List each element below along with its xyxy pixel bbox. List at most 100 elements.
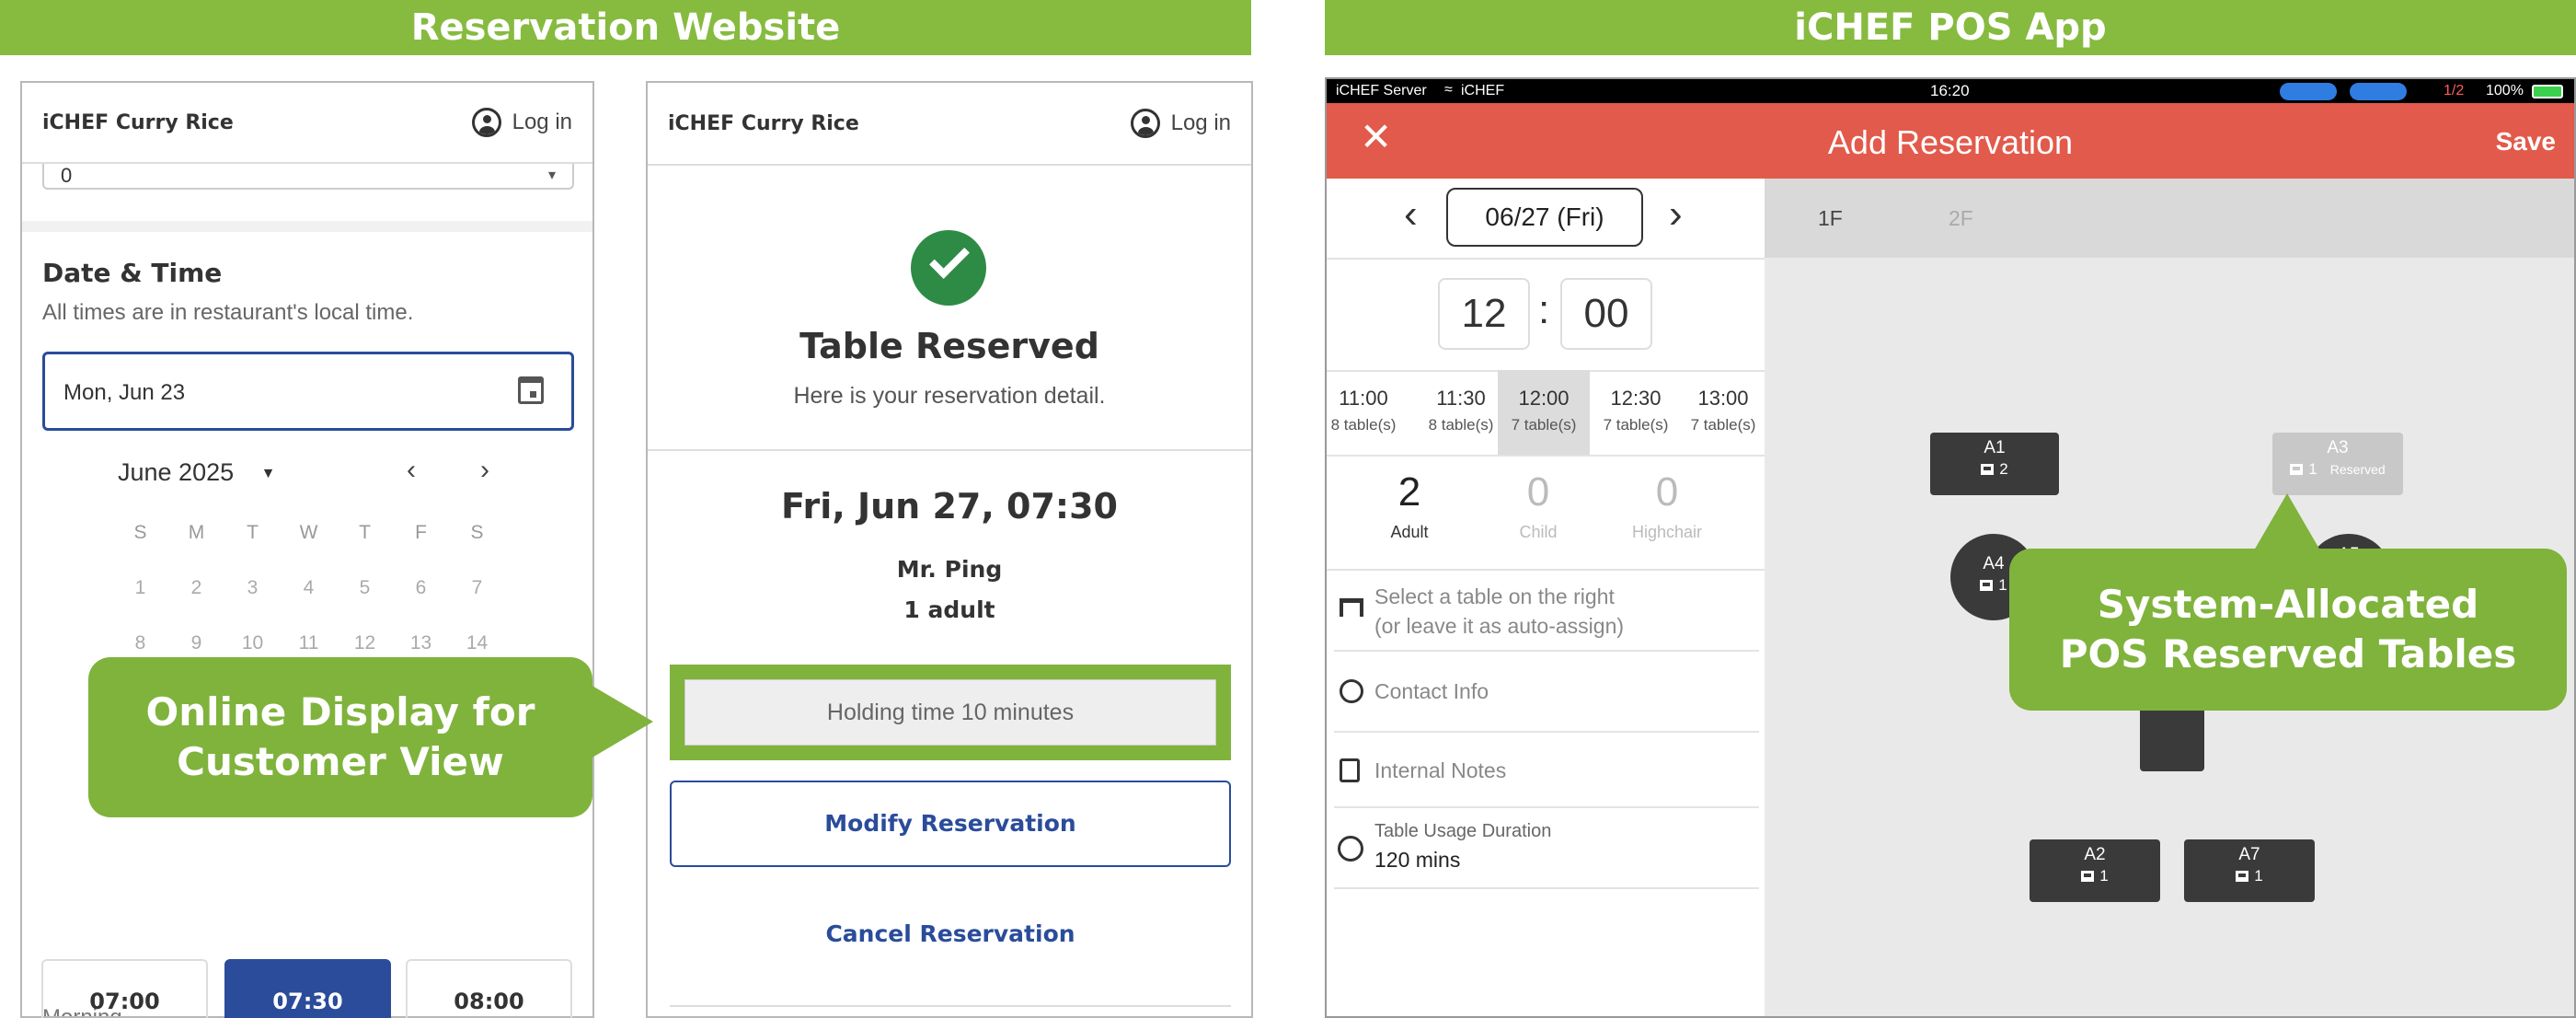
month-label: June 2025	[118, 458, 235, 486]
timeslot-time: 11:00	[1339, 387, 1388, 410]
timeslot-1130[interactable]: 11:30 8 table(s)	[1415, 370, 1507, 455]
table-name: A7	[2238, 845, 2260, 864]
contact-info-field[interactable]: Contact Info	[1374, 679, 1489, 704]
reservation-confirmation-screen: iCHEF Curry Rice Log in Table Reserved H…	[646, 81, 1253, 1018]
usage-value: 120 mins	[1374, 848, 1461, 872]
usage-duration-field[interactable]: Table Usage Duration 120 mins	[1374, 821, 1551, 873]
status-server: iCHEF Server	[1336, 83, 1427, 98]
month-selector[interactable]: June 2025 ▼	[118, 458, 275, 487]
callout-line: Customer View	[177, 739, 504, 784]
login-label: Log in	[1170, 110, 1231, 135]
internal-notes-field[interactable]: Internal Notes	[1374, 758, 1506, 783]
seat-icon	[2290, 464, 2304, 475]
calendar-weekday-row: S M T W T F S	[112, 506, 505, 560]
hint-line: Select a table on the right	[1374, 584, 1615, 608]
guest-adult[interactable]: 2 Adult	[1363, 469, 1455, 542]
weekday: S	[133, 522, 147, 543]
calendar-icon	[518, 376, 544, 404]
divider	[648, 449, 1251, 451]
cancel-reservation-button[interactable]: Cancel Reservation	[670, 893, 1231, 976]
divider	[1334, 806, 1759, 808]
login-link[interactable]: Log in	[471, 108, 572, 137]
guest-label: Highchair	[1631, 523, 1703, 541]
floor-tab-1f[interactable]: 1F	[1818, 206, 1843, 231]
guest-count: 0	[1655, 469, 1679, 515]
usage-label: Table Usage Duration	[1374, 821, 1552, 841]
date-selector[interactable]: 06/27 (Fri)	[1446, 188, 1643, 247]
guest-child[interactable]: 0 Child	[1492, 469, 1584, 542]
user-icon	[471, 108, 501, 137]
prev-month-icon[interactable]: ‹	[407, 455, 416, 486]
next-date-icon[interactable]: ›	[1669, 191, 1683, 237]
calendar-day[interactable]: 2	[168, 561, 224, 615]
seat-icon	[1981, 464, 1995, 475]
timeslot-1100[interactable]: 11:00 8 table(s)	[1327, 370, 1400, 455]
divider	[1327, 258, 1765, 260]
timeslot-1300[interactable]: 13:00 7 table(s)	[1682, 370, 1765, 455]
guest-label: Child	[1519, 523, 1558, 541]
weekday: W	[299, 522, 318, 543]
date-input[interactable]: Mon, Jun 23	[42, 352, 574, 431]
pos-title: Add Reservation	[1827, 123, 2074, 161]
floor-tab-2f[interactable]: 2F	[1949, 206, 1973, 231]
status-wifi-name: iCHEF	[1461, 83, 1505, 98]
wifi-icon: ≈	[1444, 82, 1453, 98]
select-value: 0	[61, 164, 73, 187]
banner-reservation-website: Reservation Website	[0, 0, 1251, 55]
weekday: S	[470, 522, 484, 543]
login-link[interactable]: Log in	[1130, 109, 1231, 138]
divider	[1334, 650, 1759, 652]
timeslot-row: 11:00 8 table(s) 11:30 8 table(s) 12:00 …	[1327, 370, 1765, 455]
divider	[1334, 887, 1759, 889]
status-pages: 1/2	[2444, 83, 2465, 98]
timeslot-tables: 7 table(s)	[1603, 416, 1669, 434]
timeslot-tables: 7 table(s)	[1690, 416, 1756, 434]
login-label: Log in	[512, 110, 572, 134]
timeslot-1200-selected[interactable]: 12:00 7 table(s)	[1498, 370, 1590, 455]
minute-input[interactable]: 00	[1560, 278, 1652, 350]
confirm-title: Table Reserved	[799, 326, 1099, 366]
table-seats: 2	[1999, 460, 2008, 478]
guest-count: 2	[1397, 469, 1421, 515]
caret-down-icon: ▼	[260, 466, 276, 481]
timeslot-1230[interactable]: 12:30 7 table(s)	[1590, 370, 1682, 455]
status-pill-icon	[2350, 83, 2407, 100]
timeslot-time: 13:00	[1697, 387, 1749, 410]
time-slot-0800[interactable]: 08:00	[406, 959, 572, 1018]
table-icon	[1340, 598, 1363, 617]
save-button[interactable]: Save	[2496, 127, 2556, 156]
calendar-day[interactable]: 3	[224, 561, 281, 615]
guest-highchair[interactable]: 0 Highchair	[1603, 469, 1731, 542]
time-slot-0730-selected[interactable]: 07:30	[224, 959, 391, 1018]
table-a7[interactable]: A7 1	[2184, 839, 2315, 902]
holding-time-text: Holding time 10 minutes	[684, 679, 1216, 746]
notes-icon	[1340, 758, 1360, 782]
calendar-day[interactable]: 4	[281, 561, 337, 615]
calendar-day[interactable]: 5	[337, 561, 393, 615]
status-battery: 100%	[2486, 83, 2524, 98]
status-time: 16:20	[1930, 82, 1970, 99]
calendar-day[interactable]: 1	[112, 561, 168, 615]
pos-tablet-screen: iCHEF Server ≈ iCHEF 16:20 1/2 100% ✕ Ad…	[1325, 77, 2576, 1018]
table-a2[interactable]: A2 1	[2030, 839, 2160, 902]
table-a3-reserved[interactable]: A3 1 Reserved	[2272, 433, 2403, 495]
modify-reservation-button[interactable]: Modify Reservation	[670, 781, 1231, 867]
callout-online-display: Online Display for Customer View	[88, 657, 592, 817]
table-name: A3	[2327, 438, 2349, 457]
time-slot-0700[interactable]: 07:00	[41, 959, 208, 1018]
next-month-icon[interactable]: ›	[480, 455, 489, 486]
weekday: F	[415, 522, 427, 543]
select-table-hint[interactable]: Select a table on the right (or leave it…	[1374, 582, 1624, 641]
table-a1[interactable]: A1 2	[1930, 433, 2059, 495]
callout-pointer	[591, 685, 653, 758]
chevron-down-icon: ▾	[547, 168, 556, 183]
hour-input[interactable]: 12	[1438, 278, 1530, 350]
callout-pos-reserved: System-Allocated POS Reserved Tables	[2009, 549, 2567, 711]
pos-header: ✕ Add Reservation Save	[1327, 103, 2574, 179]
prev-date-icon[interactable]: ‹	[1404, 191, 1418, 237]
calendar-week-1: 1 2 3 4 5 6 7	[112, 561, 505, 615]
weekday: T	[247, 522, 259, 543]
calendar-day[interactable]: 6	[393, 561, 449, 615]
calendar-day[interactable]: 7	[449, 561, 505, 615]
table-seats: 1	[2308, 460, 2317, 478]
